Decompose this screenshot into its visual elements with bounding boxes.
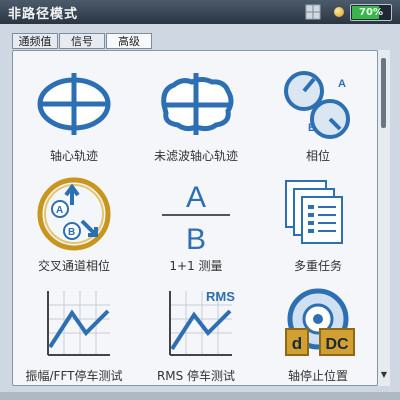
tile-multi-task[interactable]: 多重任务 <box>259 171 377 281</box>
tile-label: RMS 停车测试 <box>156 369 236 383</box>
tile-label: 相位 <box>305 149 330 163</box>
rms-chart-icon: RMS <box>169 289 235 356</box>
shaft-stop-position-icon: d DC <box>285 288 355 356</box>
tile-label: 交叉通道相位 <box>37 259 110 273</box>
dc-text: DC <box>325 336 349 353</box>
orbit-icon <box>37 73 111 135</box>
grid-icon <box>305 4 321 20</box>
tile-rms-test[interactable]: RMS RMS 停车测试 <box>137 281 255 391</box>
d-text: d <box>292 334 302 353</box>
tile-phase[interactable]: A B 相位 <box>259 61 377 171</box>
phase-icon: A B <box>284 71 350 139</box>
svg-text:A: A <box>338 78 346 90</box>
vertical-scrollbar[interactable]: ▼ <box>378 50 390 386</box>
a-over-b-icon: A B <box>162 181 230 253</box>
rms-text: RMS <box>206 289 235 304</box>
tile-label: 多重任务 <box>293 259 342 273</box>
svg-text:B: B <box>308 122 316 134</box>
svg-text:B: B <box>68 227 75 238</box>
tile-shaft-stop-position[interactable]: d DC 轴停止位置 <box>259 281 377 391</box>
tile-ratio-measurement[interactable]: A B 1+1 测量 <box>137 171 255 281</box>
tab-advanced[interactable]: 高级 <box>106 33 152 49</box>
unfiltered-orbit-icon <box>161 73 234 135</box>
tab-overall-value[interactable]: 通频值 <box>12 33 58 49</box>
amplitude-fft-chart-icon <box>47 291 110 356</box>
multi-task-icon <box>285 180 343 244</box>
tile-label: 1+1 测量 <box>169 259 223 273</box>
tile-label: 未滤波轴心轨迹 <box>153 149 238 163</box>
tile-cross-channel-phase[interactable]: A B 交叉通道相位 <box>15 171 133 281</box>
tile-orbit[interactable]: 轴心轨迹 <box>15 61 133 171</box>
tile-amplitude-fft-test[interactable]: 振幅/FFT停车测试 <box>15 281 133 391</box>
function-grid: 轴心轨迹 未滤波轴心轨迹 A B 相位 A B 交叉通道相位 A B 1+1 测… <box>12 50 378 386</box>
cross-channel-phase-icon: A B <box>37 177 111 251</box>
battery-indicator: 70% <box>350 4 392 21</box>
tile-label: 振幅/FFT停车测试 <box>25 369 123 383</box>
scroll-down-arrow-icon[interactable]: ▼ <box>380 370 388 379</box>
tab-signal[interactable]: 信号 <box>59 33 105 49</box>
letter-a: A <box>186 181 206 214</box>
title-bar: 非路径模式 70% <box>0 0 400 24</box>
window-title: 非路径模式 <box>8 7 79 22</box>
svg-text:A: A <box>56 205 63 216</box>
tile-unfiltered-orbit[interactable]: 未滤波轴心轨迹 <box>137 61 255 171</box>
bottom-strip <box>0 392 400 400</box>
scroll-thumb[interactable] <box>381 58 386 128</box>
battery-text: 70% <box>359 7 383 18</box>
letter-b: B <box>186 223 206 253</box>
tile-label: 轴心轨迹 <box>49 149 98 163</box>
tile-label: 轴停止位置 <box>287 369 348 383</box>
status-indicator-icon <box>334 7 344 17</box>
